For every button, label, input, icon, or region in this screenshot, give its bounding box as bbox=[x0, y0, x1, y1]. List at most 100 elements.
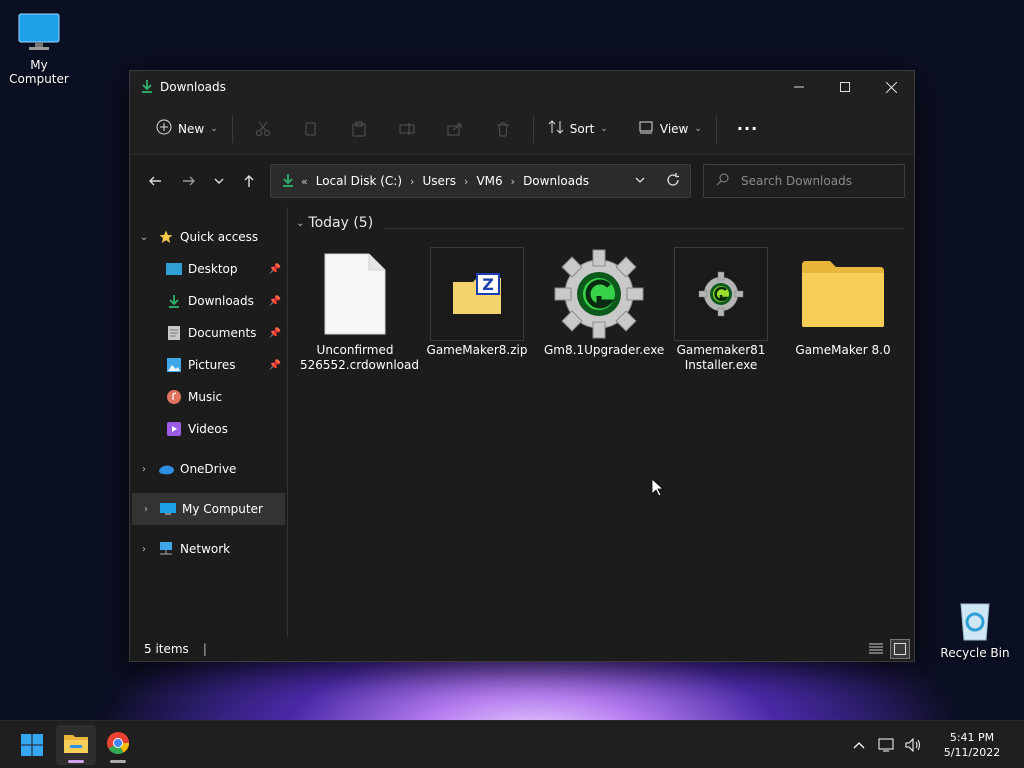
command-bar: New ⌄ Sort ⌄ View ⌄ ··· bbox=[130, 103, 914, 155]
ellipsis-icon: ··· bbox=[736, 119, 759, 138]
file-item[interactable]: Z GameMaker8.zip bbox=[422, 247, 532, 358]
taskbar: 5:41 PM 5/11/2022 bbox=[0, 720, 1024, 768]
chevron-down-icon: ⌄ bbox=[600, 123, 608, 134]
sort-button[interactable]: Sort ⌄ bbox=[540, 113, 616, 145]
nav-label: Pictures bbox=[188, 358, 236, 372]
minimize-button[interactable] bbox=[776, 71, 822, 103]
nav-my-computer[interactable]: › My Computer bbox=[132, 493, 285, 525]
cloud-icon bbox=[158, 461, 174, 477]
close-button[interactable] bbox=[868, 71, 914, 103]
address-row: « Local Disk (C:) › Users › VM6 › Downlo… bbox=[130, 155, 914, 207]
desktop-icon-label: Recycle Bin bbox=[940, 646, 1010, 660]
running-indicator bbox=[110, 759, 126, 763]
nav-downloads[interactable]: Downloads 📌 bbox=[130, 285, 287, 317]
cut-icon[interactable] bbox=[239, 113, 287, 145]
network-icon[interactable] bbox=[874, 737, 900, 753]
overflow-crumb[interactable]: « bbox=[301, 175, 308, 188]
nav-desktop[interactable]: Desktop 📌 bbox=[130, 253, 287, 285]
more-options-button[interactable]: ··· bbox=[729, 113, 766, 145]
pictures-icon bbox=[166, 357, 182, 373]
svg-text:Z: Z bbox=[482, 275, 494, 294]
file-item[interactable]: Unconfirmed 526552.crdownload bbox=[300, 247, 419, 373]
new-button[interactable]: New ⌄ bbox=[148, 113, 226, 145]
status-divider: | bbox=[202, 642, 207, 656]
nav-music[interactable]: Music bbox=[130, 381, 287, 413]
download-icon bbox=[281, 173, 295, 190]
chevron-right-icon: › bbox=[464, 174, 469, 188]
nav-label: Music bbox=[188, 390, 223, 404]
show-hidden-icons-button[interactable] bbox=[846, 741, 872, 749]
chevron-right-icon[interactable]: › bbox=[130, 464, 158, 475]
status-bar: 5 items | bbox=[130, 637, 914, 661]
up-button[interactable] bbox=[234, 166, 264, 196]
refresh-button[interactable] bbox=[666, 172, 680, 190]
mouse-cursor-icon bbox=[651, 478, 665, 500]
nav-label: Videos bbox=[188, 422, 228, 436]
rename-icon[interactable] bbox=[383, 113, 431, 145]
desktop-icon-recycle-bin[interactable]: Recycle Bin bbox=[936, 598, 1014, 660]
back-button[interactable] bbox=[140, 166, 170, 196]
sort-button-label: Sort bbox=[569, 121, 595, 136]
file-name: Gm8.1Upgrader.exe bbox=[544, 343, 665, 357]
group-divider bbox=[384, 228, 904, 229]
pin-icon: 📌 bbox=[268, 295, 281, 307]
file-item[interactable]: GameMaker 8.0 bbox=[788, 247, 898, 358]
start-button[interactable] bbox=[12, 725, 52, 765]
monitor-icon bbox=[17, 10, 61, 54]
nav-pictures[interactable]: Pictures 📌 bbox=[130, 349, 287, 381]
clock[interactable]: 5:41 PM 5/11/2022 bbox=[932, 730, 1012, 760]
taskbar-chrome[interactable] bbox=[98, 725, 138, 765]
clock-date: 5/11/2022 bbox=[943, 746, 1001, 759]
taskbar-file-explorer[interactable] bbox=[56, 724, 96, 765]
nav-quick-access[interactable]: ⌄ Quick access bbox=[130, 221, 287, 253]
breadcrumb-vm6[interactable]: VM6 bbox=[476, 174, 502, 188]
show-desktop-button[interactable] bbox=[1016, 721, 1024, 768]
address-bar[interactable]: « Local Disk (C:) › Users › VM6 › Downlo… bbox=[270, 164, 691, 198]
nav-network[interactable]: › Network bbox=[130, 533, 287, 565]
title-bar[interactable]: Downloads bbox=[130, 71, 914, 103]
toolbar-divider bbox=[715, 114, 717, 143]
volume-icon[interactable] bbox=[900, 737, 926, 753]
system-tray: 5:41 PM 5/11/2022 bbox=[846, 721, 1024, 768]
paste-icon[interactable] bbox=[335, 113, 383, 145]
running-indicator bbox=[68, 759, 84, 763]
delete-icon[interactable] bbox=[479, 113, 527, 145]
forward-button[interactable] bbox=[174, 166, 204, 196]
view-button[interactable]: View ⌄ bbox=[630, 113, 710, 145]
address-history-button[interactable] bbox=[634, 174, 646, 189]
breadcrumb-downloads[interactable]: Downloads bbox=[523, 174, 589, 188]
plus-circle-icon bbox=[156, 119, 172, 138]
file-item[interactable]: Gamemaker81 Installer.exe bbox=[666, 247, 776, 373]
group-header[interactable]: ⌄ Today (5) bbox=[296, 215, 373, 231]
breadcrumb-users[interactable]: Users bbox=[422, 174, 456, 188]
nav-videos[interactable]: Videos bbox=[130, 413, 287, 445]
large-icons-view-button[interactable] bbox=[890, 639, 910, 659]
chevron-right-icon: › bbox=[410, 174, 415, 188]
chevron-down-icon: ⌄ bbox=[296, 217, 305, 229]
nav-onedrive[interactable]: › OneDrive bbox=[130, 453, 287, 485]
copy-icon[interactable] bbox=[287, 113, 335, 145]
nav-label: Downloads bbox=[188, 294, 254, 308]
group-header-label: Today (5) bbox=[308, 215, 374, 231]
chevron-down-icon[interactable]: ⌄ bbox=[130, 232, 158, 243]
maximize-button[interactable] bbox=[822, 71, 868, 103]
file-list[interactable]: ⌄ Today (5) Unconfirmed 526552.crdownloa… bbox=[288, 207, 914, 637]
navigation-pane: ⌄ Quick access Desktop 📌 Downloads 📌 Doc… bbox=[130, 207, 288, 637]
nav-documents[interactable]: Documents 📌 bbox=[130, 317, 287, 349]
share-icon[interactable] bbox=[431, 113, 479, 145]
file-item[interactable]: Gm8.1Upgrader.exe bbox=[544, 247, 665, 358]
chevron-right-icon[interactable]: › bbox=[132, 504, 160, 515]
desktop-icon-my-computer[interactable]: My Computer bbox=[0, 10, 78, 86]
breadcrumb-local-disk[interactable]: Local Disk (C:) bbox=[316, 174, 402, 188]
search-input[interactable]: Search Downloads bbox=[703, 164, 905, 198]
zip-archive-icon: Z bbox=[430, 247, 524, 341]
details-view-button[interactable] bbox=[866, 639, 886, 659]
blank-file-icon bbox=[308, 247, 402, 341]
file-explorer-window: Downloads New ⌄ Sort ⌄ View ⌄ ··· « Loca… bbox=[129, 70, 915, 662]
gamemaker-gear-icon bbox=[552, 247, 646, 341]
recent-locations-button[interactable] bbox=[204, 166, 234, 196]
desktop-icon-label: My Computer bbox=[9, 58, 69, 86]
chevron-right-icon[interactable]: › bbox=[130, 544, 158, 555]
item-count: 5 items bbox=[144, 642, 189, 656]
new-button-label: New bbox=[178, 121, 205, 136]
